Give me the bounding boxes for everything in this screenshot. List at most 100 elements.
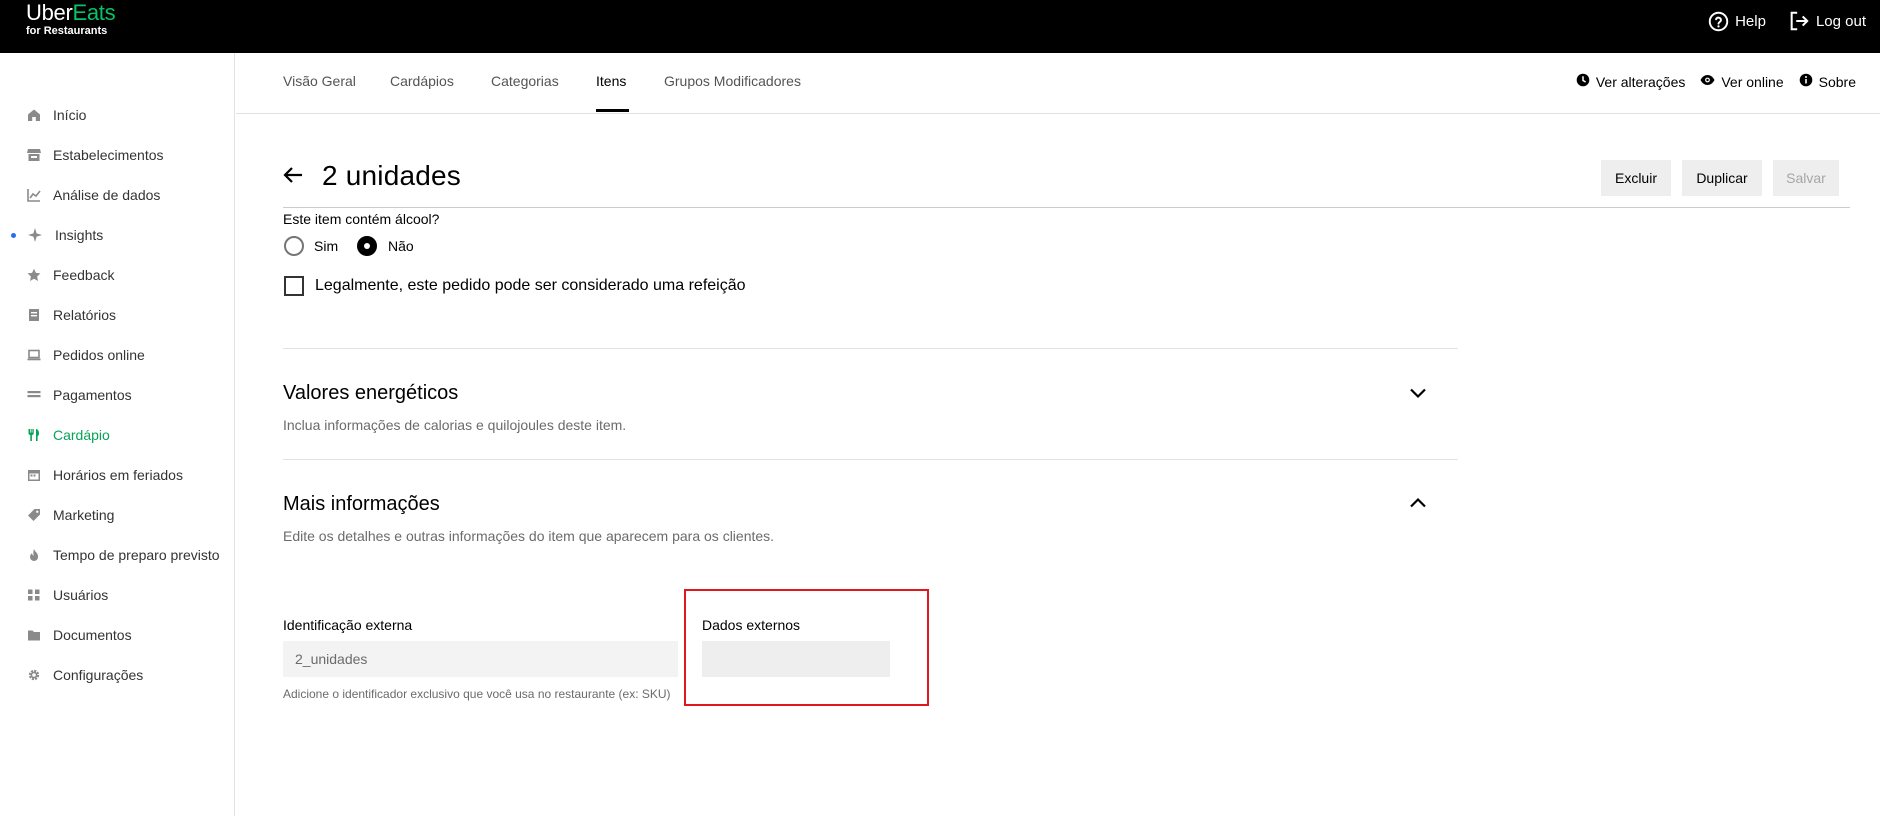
sidebar-item-cardapio[interactable]: Cardápio (0, 420, 234, 450)
alcohol-no-radio[interactable] (357, 236, 377, 256)
logout-label: Log out (1815, 12, 1866, 30)
sidebar: Início Estabelecimentos Análise de dados… (0, 53, 235, 816)
ver-online-link[interactable]: Ver online (1700, 73, 1784, 90)
duplicate-button[interactable]: Duplicar (1682, 160, 1762, 196)
alcohol-no-label: Não (388, 238, 414, 254)
sidebar-item-documentos[interactable]: Documentos (0, 620, 234, 650)
tab-visao-geral[interactable]: Visão Geral (283, 73, 356, 89)
tag-icon (27, 508, 41, 522)
delete-button[interactable]: Excluir (1601, 160, 1671, 196)
chart-icon (27, 188, 41, 202)
sidebar-item-label: Análise de dados (53, 187, 161, 203)
tab-itens[interactable]: Itens (596, 73, 626, 89)
tab-categorias[interactable]: Categorias (491, 73, 559, 89)
menu-tabs: Visão Geral Cardápios Categorias Itens G… (236, 53, 1880, 114)
help-label: Help (1735, 12, 1766, 30)
sidebar-item-insights[interactable]: Insights (0, 220, 234, 250)
logo-uber-text: Uber (26, 0, 73, 25)
logo-eats-text: Eats (72, 0, 116, 25)
chevron-up-icon[interactable] (1409, 496, 1427, 514)
payment-icon (27, 388, 41, 402)
sidebar-item-horarios-em-feriados[interactable]: Horários em feriados (0, 460, 234, 490)
sidebar-item-pedidos-online[interactable]: Pedidos online (0, 340, 234, 370)
sobre-label: Sobre (1818, 73, 1856, 90)
ver-alteracoes-label: Ver alterações (1595, 73, 1686, 90)
active-tab-indicator (596, 109, 629, 112)
sidebar-item-tempo-de-preparo[interactable]: Tempo de preparo previsto (0, 540, 234, 570)
info-icon (1799, 73, 1813, 90)
users-icon (27, 588, 41, 602)
ver-online-label: Ver online (1721, 73, 1784, 90)
calendar-icon (27, 468, 41, 482)
sidebar-item-label: Relatórios (53, 307, 117, 323)
sidebar-item-estabelecimentos[interactable]: Estabelecimentos (0, 140, 234, 170)
energy-section-subtitle: Inclua informações de calorias e quilojo… (283, 417, 627, 433)
section-divider (283, 459, 1458, 460)
sidebar-item-label: Marketing (53, 507, 115, 523)
meal-checkbox-label: Legalmente, este pedido pode ser conside… (315, 277, 746, 294)
sidebar-item-pagamentos[interactable]: Pagamentos (0, 380, 234, 410)
sidebar-item-marketing[interactable]: Marketing (0, 500, 234, 530)
more-info-section-title[interactable]: Mais informações (283, 493, 440, 516)
meal-checkbox[interactable] (284, 276, 304, 296)
logo-subtitle: for Restaurants (26, 25, 108, 37)
sidebar-item-label: Horários em feriados (53, 467, 183, 483)
help-circle-icon (1708, 11, 1729, 32)
logout-icon (1788, 10, 1810, 32)
header-divider (283, 207, 1850, 208)
energy-section-title[interactable]: Valores energéticos (283, 382, 458, 405)
uber-eats-logo[interactable]: UberEats for Restaurants (26, 0, 116, 38)
external-id-hint: Adicione o identificador exclusivo que v… (283, 687, 671, 701)
sidebar-item-label: Documentos (53, 627, 132, 643)
page-title: 2 unidades (322, 160, 462, 191)
more-info-section-subtitle: Edite os detalhes e outras informações d… (283, 528, 775, 544)
sidebar-item-label: Pagamentos (53, 387, 132, 403)
sidebar-item-label: Estabelecimentos (53, 147, 164, 163)
fork-knife-icon (27, 428, 41, 442)
sidebar-item-feedback[interactable]: Feedback (0, 260, 234, 290)
tab-grupos-modificadores[interactable]: Grupos Modificadores (664, 73, 801, 89)
alcohol-yes-radio[interactable] (284, 236, 304, 256)
flame-icon (27, 548, 41, 562)
folder-icon (27, 628, 41, 642)
sidebar-item-analise-de-dados[interactable]: Análise de dados (0, 180, 234, 210)
laptop-icon (27, 348, 41, 362)
gear-icon (27, 668, 41, 682)
star-icon (27, 268, 41, 282)
external-id-label: Identificação externa (283, 617, 413, 633)
top-bar: UberEats for Restaurants Help Log out (0, 0, 1880, 53)
alcohol-question: Este item contém álcool? (283, 211, 440, 227)
external-id-input[interactable] (283, 641, 678, 677)
report-icon (27, 308, 41, 322)
sobre-link[interactable]: Sobre (1799, 73, 1856, 90)
sidebar-item-label: Usuários (53, 587, 109, 603)
alcohol-yes-label: Sim (314, 238, 339, 254)
eye-icon (1700, 73, 1715, 90)
sidebar-item-label: Configurações (53, 667, 144, 683)
chevron-down-icon[interactable] (1409, 386, 1427, 404)
section-divider (283, 348, 1458, 349)
save-button[interactable]: Salvar (1773, 160, 1839, 196)
sidebar-item-usuarios[interactable]: Usuários (0, 580, 234, 610)
sidebar-item-label: Insights (55, 227, 104, 243)
tab-cardapios[interactable]: Cardápios (390, 73, 454, 89)
external-data-label: Dados externos (702, 617, 801, 633)
back-arrow-icon[interactable] (283, 166, 303, 189)
sparkle-icon (28, 228, 42, 242)
logout-link[interactable]: Log out (1788, 10, 1866, 32)
sidebar-item-label: Início (53, 107, 87, 123)
sidebar-item-configuracoes[interactable]: Configurações (0, 660, 234, 690)
clock-icon (1576, 73, 1590, 90)
sidebar-item-label: Cardápio (53, 427, 110, 443)
store-icon (27, 148, 41, 162)
sidebar-item-label: Feedback (53, 267, 115, 283)
help-link[interactable]: Help (1708, 11, 1766, 32)
sidebar-item-relatorios[interactable]: Relatórios (0, 300, 234, 330)
sidebar-item-label: Pedidos online (53, 347, 145, 363)
external-data-input[interactable] (702, 641, 890, 677)
sidebar-item-label: Tempo de preparo previsto (53, 547, 220, 563)
home-icon (27, 108, 41, 122)
new-indicator-dot (11, 233, 16, 238)
sidebar-item-inicio[interactable]: Início (0, 100, 234, 130)
ver-alteracoes-link[interactable]: Ver alterações (1576, 73, 1686, 90)
